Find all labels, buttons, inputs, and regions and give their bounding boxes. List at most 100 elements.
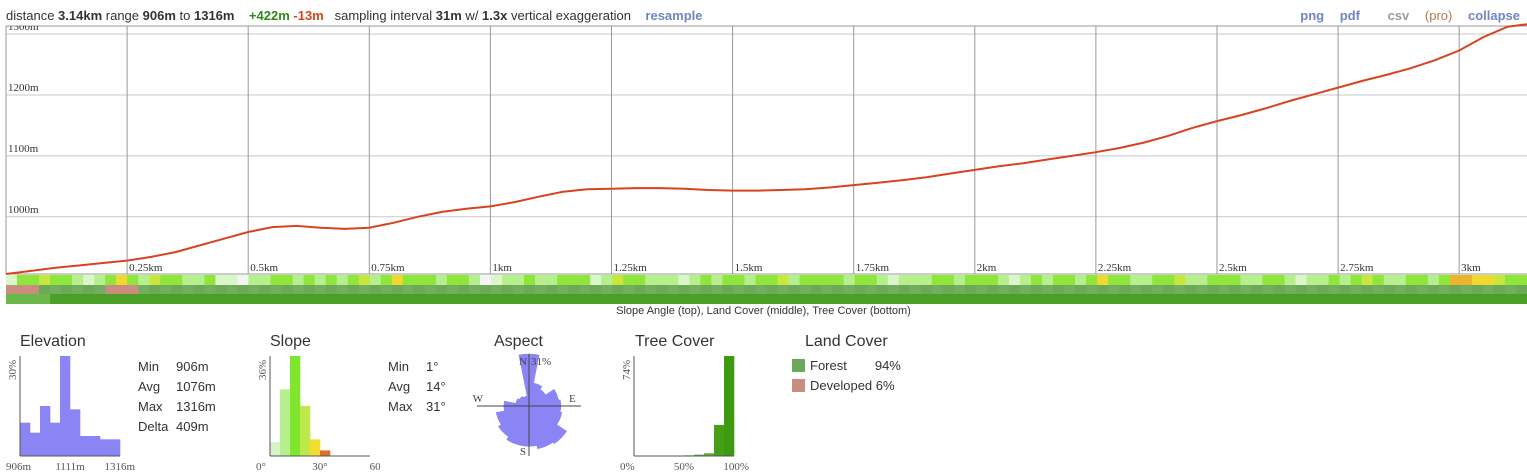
land-strip-cell bbox=[105, 285, 117, 294]
slope-strip-cell bbox=[942, 275, 955, 285]
elevation-profile-chart[interactable]: 1000m 1100m 1200m 1300m 0.25km 0.5km 0.75km 1k… bbox=[0, 0, 1527, 305]
x-tick-label: 2.5km bbox=[1219, 262, 1247, 274]
slope-strip-cell bbox=[94, 275, 106, 285]
tree-strip-cell bbox=[1130, 294, 1142, 304]
x-tick-label: 3km bbox=[1461, 262, 1481, 274]
elev-avg-label: Avg bbox=[138, 379, 161, 394]
tree-strip-cell bbox=[446, 294, 459, 304]
forest-percent: 94% bbox=[874, 358, 901, 373]
land-strip-cell bbox=[259, 285, 271, 294]
tree-strip-cell bbox=[755, 294, 767, 304]
slope-strip-cell bbox=[711, 275, 723, 285]
land-strip-cell bbox=[1460, 285, 1473, 294]
land-strip-cell bbox=[843, 285, 856, 294]
tree-strip-cell bbox=[1141, 294, 1153, 304]
land-strip-cell bbox=[667, 285, 679, 294]
tree-strip-cell bbox=[292, 294, 304, 304]
land-strip-cell bbox=[755, 285, 767, 294]
land-strip-cell bbox=[138, 285, 150, 294]
tree-strip-cell bbox=[127, 294, 139, 304]
tree-strip-cell bbox=[501, 294, 514, 304]
tree-strip-cell bbox=[94, 294, 106, 304]
slope-strip-cell bbox=[964, 275, 977, 285]
land-strip-cell bbox=[1042, 285, 1054, 294]
tree-strip-cell bbox=[347, 294, 360, 304]
slope-strip-cell bbox=[524, 275, 536, 285]
elev-avg-value: 1076m bbox=[176, 379, 216, 394]
slope-strip-cell bbox=[72, 275, 84, 285]
slope-strip-cell bbox=[358, 275, 371, 285]
slope-strip-cell bbox=[1493, 275, 1506, 285]
tree-strip-cell bbox=[1284, 294, 1296, 304]
tree-strip-cell bbox=[931, 294, 944, 304]
land-strip-cell bbox=[435, 285, 448, 294]
strip-caption: Slope Angle (top), Land Cover (middle), … bbox=[616, 305, 911, 317]
land-strip-cell bbox=[590, 285, 602, 294]
tree-strip-cell bbox=[1163, 294, 1175, 304]
slope-strip-cell bbox=[457, 275, 470, 285]
slope-strip-cell bbox=[1350, 275, 1363, 285]
land-strip-cell bbox=[1251, 285, 1263, 294]
slope-strip-cell bbox=[105, 275, 117, 285]
slope-strip-cell bbox=[568, 275, 580, 285]
tree-strip-cell bbox=[1097, 294, 1109, 304]
slope-strip-cell bbox=[1097, 275, 1109, 285]
tree-strip-cell bbox=[909, 294, 922, 304]
slope-strip-cell bbox=[513, 275, 525, 285]
elevation-histogram: 30% 906m 1111m 1316m bbox=[6, 356, 135, 472]
land-strip-cell bbox=[1262, 285, 1274, 294]
slope-strip-cell bbox=[1427, 275, 1440, 285]
land-strip-cell bbox=[28, 285, 40, 294]
land-strip-cell bbox=[832, 285, 845, 294]
land-strip-cell bbox=[513, 285, 525, 294]
tree-strip-cell bbox=[887, 294, 900, 304]
land-strip-cell bbox=[1152, 285, 1164, 294]
slope-strip-cell bbox=[83, 275, 95, 285]
tree-strip-cell bbox=[612, 294, 624, 304]
slope-strip-cell bbox=[182, 275, 194, 285]
slope-strip-cell bbox=[1515, 275, 1527, 285]
land-strip-cell bbox=[645, 285, 657, 294]
tree-strip-cell bbox=[920, 294, 933, 304]
aspect-south-label: S bbox=[520, 446, 526, 458]
land-strip-cell bbox=[6, 285, 18, 294]
land-strip-cell bbox=[1064, 285, 1076, 294]
slope-strip-cell bbox=[1273, 275, 1285, 285]
slope-strip-cell bbox=[623, 275, 635, 285]
tree-strip-cell bbox=[700, 294, 712, 304]
tree-strip-cell bbox=[821, 294, 834, 304]
tree-strip-cell bbox=[854, 294, 867, 304]
slope-strip-cell bbox=[204, 275, 216, 285]
tree-strip-cell bbox=[303, 294, 316, 304]
tree-strip-cell bbox=[1020, 294, 1032, 304]
tree-strip-cell bbox=[579, 294, 591, 304]
x-tick-label: 1.75km bbox=[856, 262, 890, 274]
land-strip-cell bbox=[160, 285, 172, 294]
land-strip-cell bbox=[204, 285, 216, 294]
land-strip-cell bbox=[1295, 285, 1307, 294]
slope-strip-cell bbox=[281, 275, 293, 285]
tree-strip-cell bbox=[865, 294, 878, 304]
land-strip-cell bbox=[1273, 285, 1285, 294]
land-strip-cell bbox=[1317, 285, 1330, 294]
slope-strip-cell bbox=[975, 275, 988, 285]
histogram-x-tick-label: 0° bbox=[256, 461, 266, 472]
slope-strip-cell bbox=[1361, 275, 1374, 285]
tree-strip-cell bbox=[1075, 294, 1087, 304]
slope-strip-cell bbox=[1449, 275, 1462, 285]
land-strip-cell bbox=[457, 285, 470, 294]
tree-strip-cell bbox=[1460, 294, 1473, 304]
tree-strip-cell bbox=[1438, 294, 1451, 304]
slope-strip-cell bbox=[1218, 275, 1230, 285]
tree-strip-cell bbox=[601, 294, 613, 304]
land-strip-cell bbox=[1141, 285, 1153, 294]
aspect-rose-chart: N 31% E S W bbox=[473, 353, 581, 458]
tree-strip-cell bbox=[1339, 294, 1352, 304]
slope-strip-cell bbox=[920, 275, 933, 285]
tree-strip-cell bbox=[1394, 294, 1407, 304]
land-strip-cell bbox=[1075, 285, 1087, 294]
land-strip-cell bbox=[612, 285, 624, 294]
aspect-west-label: W bbox=[473, 393, 484, 405]
land-strip-cell bbox=[942, 285, 955, 294]
slope-strip-cell bbox=[1064, 275, 1076, 285]
